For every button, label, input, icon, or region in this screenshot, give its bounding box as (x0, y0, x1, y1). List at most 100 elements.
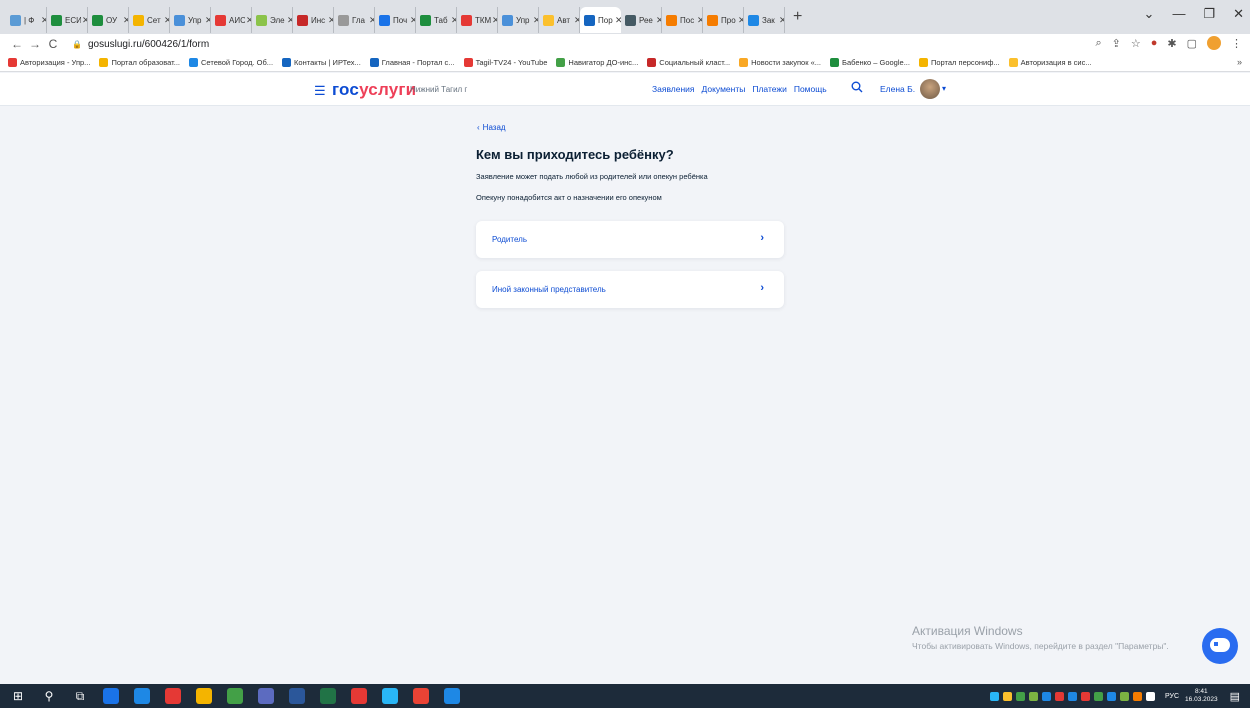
taskbar-app-icon[interactable] (320, 688, 336, 704)
browser-tab[interactable]: Про✕ (703, 7, 744, 33)
browser-tab[interactable]: Авт✕ (539, 7, 580, 33)
tray-app-icon[interactable] (1016, 691, 1026, 701)
tray-app-icon[interactable] (990, 691, 1000, 701)
language-indicator[interactable]: РУС (1165, 693, 1179, 700)
clock[interactable]: 8:41 16.03.2023 (1185, 688, 1218, 704)
assistant-robot-icon[interactable] (1202, 628, 1238, 664)
bookmark-item[interactable]: Бабенко – Google... (830, 58, 910, 67)
bookmarks-bar: Авторизация - Упр... Портал образоват... С… (0, 54, 1250, 72)
windows-start-icon[interactable]: ⊞ (10, 689, 26, 703)
browser-tab[interactable]: Эле✕ (252, 7, 293, 33)
browser-tab[interactable]: ТКМ✕ (457, 7, 498, 33)
bookmark-item[interactable]: Авторизация в сис... (1008, 58, 1092, 67)
browser-tab[interactable]: ЕСИ✕ (47, 7, 88, 33)
search-icon[interactable] (851, 81, 863, 93)
nav-help[interactable]: Помощь (794, 84, 827, 94)
bookmark-item[interactable]: Навигатор ДО-инс... (556, 58, 638, 67)
browser-tab[interactable]: Зак ✕ (744, 7, 785, 33)
taskbar-app-icon[interactable] (289, 688, 305, 704)
browser-tab[interactable]: Поч✕ (375, 7, 416, 33)
tray-app-icon[interactable] (1029, 691, 1039, 701)
back-arrow-icon[interactable]: ← (8, 37, 26, 51)
tray-app-icon[interactable] (1081, 691, 1091, 701)
forward-arrow-icon[interactable]: → (26, 37, 44, 51)
browser-tab[interactable]: Пор ✕ (580, 7, 621, 33)
extensions-puzzle-icon[interactable]: ✱ (1167, 37, 1176, 50)
minimize-button[interactable]: — (1172, 6, 1185, 22)
tab-favicon-icon (256, 14, 267, 26)
bookmark-favicon-icon (1008, 58, 1018, 67)
share-icon[interactable]: ⇪ (1112, 37, 1121, 50)
tray-app-icon[interactable] (1107, 691, 1117, 701)
taskbar-search-icon[interactable]: ⚲ (41, 689, 57, 703)
browser-tab[interactable]: Гла✕ (334, 7, 375, 33)
bookmark-item[interactable]: Контакты | ИРТех... (282, 58, 361, 67)
bookmark-item[interactable]: Социальный класт... (647, 58, 730, 67)
restore-button[interactable]: ❐ (1203, 6, 1215, 22)
reload-icon[interactable]: C (44, 37, 62, 51)
tray-app-icon[interactable] (1146, 691, 1156, 701)
bookmark-star-icon[interactable]: ☆ (1131, 37, 1141, 50)
taskbar-app-icon[interactable] (413, 688, 429, 704)
profile-avatar[interactable] (1207, 36, 1221, 50)
bookmark-item[interactable]: Авторизация - Упр... (8, 58, 90, 67)
browser-tab[interactable]: ОУ✕ (88, 7, 129, 33)
tray-app-icon[interactable] (1003, 691, 1013, 701)
browser-tab[interactable]: Инс✕ (293, 7, 334, 33)
nav-applications[interactable]: Заявления (652, 84, 695, 94)
task-view-icon[interactable]: ⧉ (72, 689, 88, 704)
browser-tab[interactable]: Упр✕ (170, 7, 211, 33)
browser-tab[interactable]: Таб✕ (416, 7, 457, 33)
taskbar-app-icon[interactable] (227, 688, 243, 704)
browser-tab[interactable]: Пос✕ (662, 7, 703, 33)
extension-icon[interactable]: ● (1151, 37, 1158, 49)
browser-tab[interactable]: | Ф✕ (6, 7, 47, 33)
tab-search-icon[interactable]: ⌄ (1144, 6, 1155, 22)
bookmark-item[interactable]: Tagil-TV24 - YouTube (463, 58, 547, 67)
option-parent[interactable]: Родитель › (476, 221, 784, 258)
option-legal-representative[interactable]: Иной законный представитель › (476, 271, 784, 308)
nav-documents[interactable]: Документы (702, 84, 746, 94)
taskbar-app-icon[interactable] (444, 688, 460, 704)
tray-app-icon[interactable] (1042, 691, 1052, 701)
bookmark-item[interactable]: Главная - Портал с... (369, 58, 455, 67)
taskbar-app-icon[interactable] (196, 688, 212, 704)
menu-burger-icon[interactable]: ☰ (314, 83, 326, 99)
browser-tab[interactable]: Сет✕ (129, 7, 170, 33)
notifications-icon[interactable]: ▤ (1230, 690, 1240, 703)
tray-app-icon[interactable] (1133, 691, 1143, 701)
back-link[interactable]: ‹ Назад (477, 123, 506, 132)
bookmark-item[interactable]: Портал образоват... (99, 58, 180, 67)
side-panel-icon[interactable]: ▢ (1187, 37, 1197, 50)
taskbar-app-icon[interactable] (351, 688, 367, 704)
option-label: Иной законный представитель (492, 285, 606, 294)
nav-payments[interactable]: Платежи (752, 84, 786, 94)
taskbar-app-icon[interactable] (382, 688, 398, 704)
tray-app-icon[interactable] (1120, 691, 1130, 701)
browser-tab[interactable]: АИС✕ (211, 7, 252, 33)
bookmark-item[interactable]: Портал персониф... (918, 58, 1000, 67)
taskbar-app-icon[interactable] (258, 688, 274, 704)
taskbar-app-icon[interactable] (134, 688, 150, 704)
new-tab-button[interactable]: + (793, 8, 802, 26)
bookmarks-overflow-button[interactable]: » (1237, 57, 1242, 67)
browser-tab[interactable]: Рее✕ (621, 7, 662, 33)
close-window-button[interactable]: ✕ (1233, 6, 1244, 22)
tab-close-icon[interactable]: ✕ (779, 15, 784, 26)
user-avatar[interactable] (920, 79, 940, 99)
taskbar-app-icon[interactable] (165, 688, 181, 704)
zoom-icon[interactable]: ⌕ (1095, 37, 1101, 50)
taskbar-app-icon[interactable] (103, 688, 119, 704)
bookmark-item[interactable]: Новости закупок «... (739, 58, 821, 67)
browser-menu-icon[interactable]: ⋮ (1231, 37, 1242, 50)
chevron-down-icon[interactable]: ▾ (942, 84, 946, 93)
tray-app-icon[interactable] (1068, 691, 1078, 701)
city-selector[interactable]: Нижний Тагил г (410, 85, 467, 94)
url-field[interactable]: 🔒 gosuslugi.ru/600426/1/form (72, 39, 209, 50)
tray-app-icon[interactable] (1094, 691, 1104, 701)
user-name[interactable]: Елена Б. (880, 84, 915, 94)
gosuslugi-logo[interactable]: госуслуги (332, 80, 416, 100)
bookmark-item[interactable]: Сетевой Город. Об... (189, 58, 273, 67)
tray-app-icon[interactable] (1055, 691, 1065, 701)
browser-tab[interactable]: Упр✕ (498, 7, 539, 33)
